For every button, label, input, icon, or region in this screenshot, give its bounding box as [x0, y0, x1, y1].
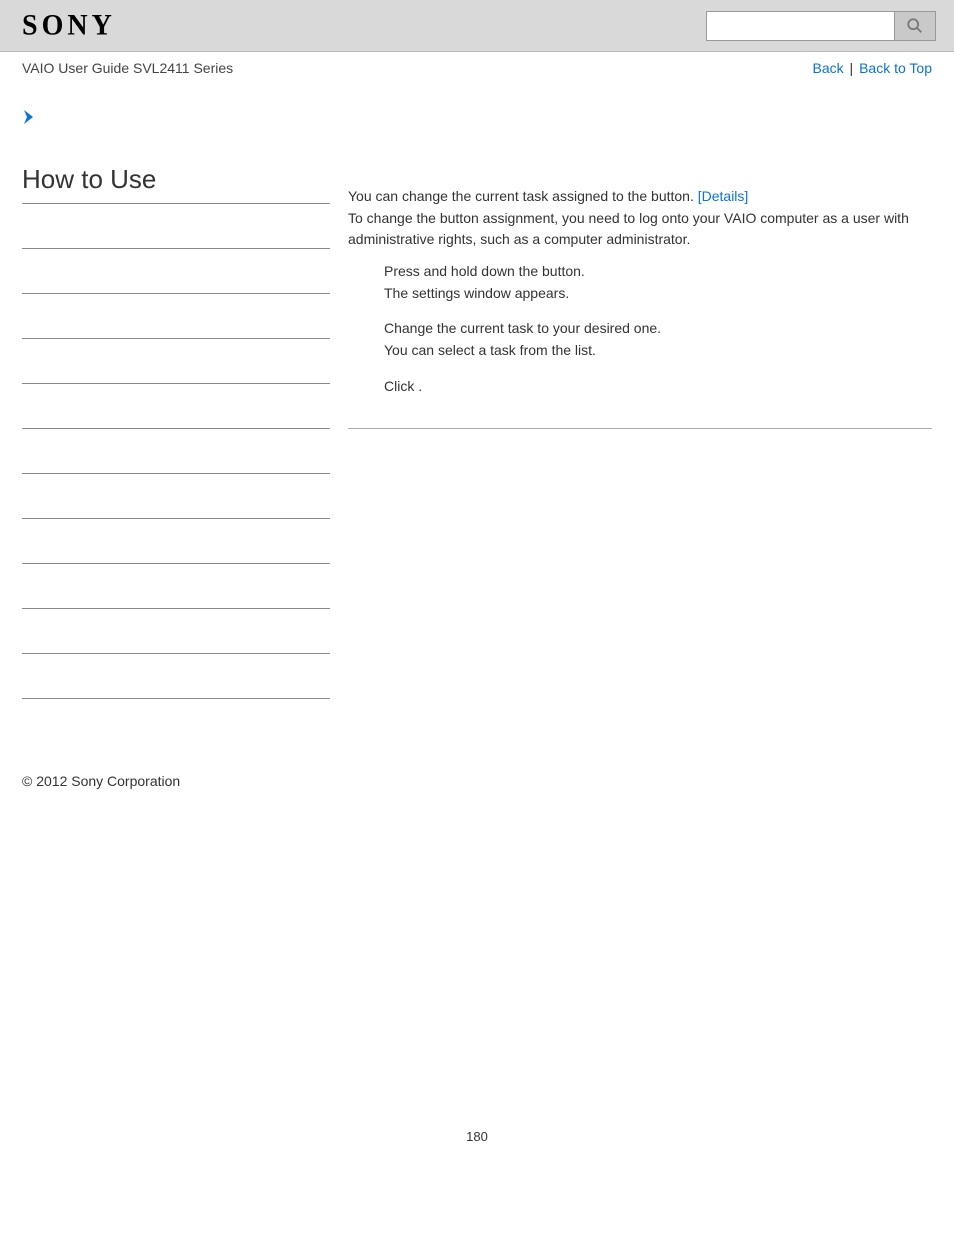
sidebar-divider: [22, 608, 330, 609]
sidebar-divider: [22, 338, 330, 339]
guide-title: VAIO User Guide SVL2411 Series: [22, 60, 233, 76]
intro-line2: To change the button assignment, you nee…: [348, 208, 932, 251]
step-text: Press and hold down the: [384, 263, 542, 279]
search-button[interactable]: [894, 11, 936, 41]
sidebar-divider: [22, 653, 330, 654]
back-link[interactable]: Back: [813, 60, 844, 76]
search-icon: [906, 17, 924, 35]
content-area: How to Use You can change the current ta…: [0, 126, 954, 743]
details-link[interactable]: [Details]: [698, 188, 749, 204]
steps-list: Press and hold down the button. The sett…: [348, 251, 932, 421]
sidebar-divider: [22, 203, 330, 204]
step-item: Change the current task to your desired …: [384, 318, 932, 361]
sidebar-divider: [22, 698, 330, 699]
nav-separator: |: [846, 60, 857, 76]
step-text: You can select a task from the list.: [384, 340, 932, 362]
search-input[interactable]: [706, 11, 894, 41]
chevron-right-icon: [22, 108, 38, 126]
sidebar-divider: [22, 383, 330, 384]
intro-text: button.: [651, 188, 698, 204]
step-text: Change the current task to your desired …: [384, 320, 661, 336]
back-to-top-link[interactable]: Back to Top: [859, 60, 932, 76]
sidebar-heading: How to Use: [22, 164, 330, 195]
sidebar-divider: [22, 473, 330, 474]
page-number: 180: [0, 1129, 954, 1144]
sidebar-divider: [22, 428, 330, 429]
sony-logo: SONY: [22, 9, 116, 43]
intro-paragraph: You can change the current task assigned…: [348, 186, 932, 251]
step-text: button.: [542, 263, 585, 279]
header-bar: SONY: [0, 0, 954, 52]
sidebar-divider: [22, 518, 330, 519]
copyright: © 2012 Sony Corporation: [0, 773, 954, 789]
top-nav-links: Back | Back to Top: [813, 60, 932, 76]
search-form: [706, 11, 936, 41]
main-content: You can change the current task assigned…: [348, 126, 932, 743]
main-divider: [348, 428, 932, 429]
sidebar-divider: [22, 293, 330, 294]
intro-text: You can change the current task assigned…: [348, 188, 651, 204]
sidebar-divider: [22, 248, 330, 249]
step-text: Click: [384, 378, 418, 394]
step-item: Click .: [384, 376, 932, 398]
step-item: Press and hold down the button. The sett…: [384, 261, 932, 304]
sidebar-divider: [22, 563, 330, 564]
step-text: The settings window appears.: [384, 283, 932, 305]
step-text: .: [418, 378, 422, 394]
sidebar: How to Use: [22, 126, 330, 743]
top-nav: VAIO User Guide SVL2411 Series Back | Ba…: [0, 52, 954, 76]
